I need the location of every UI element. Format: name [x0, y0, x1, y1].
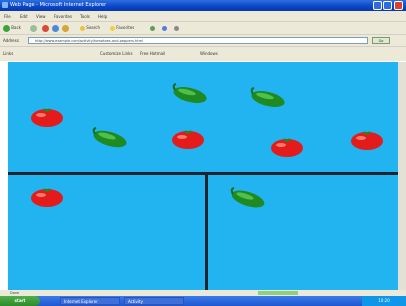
- menu-file[interactable]: File: [4, 14, 11, 19]
- address-bar: Address http://www.example.com/activity/…: [0, 35, 406, 47]
- vertical-scrollbar[interactable]: [398, 62, 406, 296]
- favorites-button[interactable]: Favorites: [110, 24, 134, 32]
- home-icon: [62, 24, 69, 32]
- menu-help[interactable]: Help: [98, 14, 107, 19]
- print-button[interactable]: [174, 24, 179, 32]
- status-zone-indicator: [258, 291, 298, 295]
- standard-toolbar: Back Search Favorites: [0, 22, 406, 35]
- taskbar-item-activity[interactable]: Activity: [124, 297, 184, 305]
- links-bar: Links Customize Links Free Hotmail Windo…: [0, 47, 406, 60]
- search-label: Search: [86, 25, 101, 30]
- activity-stage: [8, 62, 398, 296]
- link-customize[interactable]: Customize Links: [100, 51, 133, 56]
- search-button[interactable]: Search: [80, 24, 100, 32]
- mail-icon: [162, 25, 167, 31]
- browser-chrome: File Edit View Favorites Tools Help Back…: [0, 11, 406, 61]
- tomato-item[interactable]: [30, 186, 64, 208]
- pepper-item[interactable]: [228, 186, 268, 210]
- link-hotmail[interactable]: Free Hotmail: [140, 51, 165, 56]
- stage-divider-horizontal: [8, 172, 398, 175]
- tomato-item[interactable]: [270, 136, 304, 158]
- menu-tools[interactable]: Tools: [80, 14, 90, 19]
- forward-arrow-icon: [30, 24, 37, 32]
- history-icon: [150, 25, 155, 31]
- link-windows[interactable]: Windows: [200, 51, 218, 56]
- mail-button[interactable]: [162, 24, 167, 32]
- window-titlebar: Web Page - Microsoft Internet Explorer: [0, 0, 406, 11]
- stop-icon: [42, 24, 49, 32]
- start-button[interactable]: start: [0, 296, 40, 306]
- address-label: Address: [3, 38, 19, 43]
- browser-icon: [2, 2, 8, 8]
- links-label: Links: [3, 51, 14, 56]
- menu-view[interactable]: View: [36, 14, 46, 19]
- taskbar-item-browser[interactable]: Internet Explorer: [60, 297, 120, 305]
- back-arrow-icon: [3, 24, 10, 32]
- address-input[interactable]: http://www.example.com/activity/tomatoes…: [28, 37, 368, 44]
- refresh-button[interactable]: [52, 24, 59, 32]
- minimize-button[interactable]: [373, 1, 382, 10]
- system-tray-clock: 10:20: [362, 296, 406, 306]
- tomato-item[interactable]: [30, 106, 64, 128]
- pepper-item[interactable]: [90, 126, 130, 150]
- history-button[interactable]: [150, 24, 155, 32]
- go-button[interactable]: Go: [372, 37, 390, 44]
- forward-button[interactable]: [30, 24, 37, 32]
- pepper-item[interactable]: [170, 82, 210, 106]
- tomato-item[interactable]: [171, 128, 205, 150]
- search-icon: [80, 25, 85, 31]
- stop-button[interactable]: [42, 24, 49, 32]
- maximize-button[interactable]: [383, 1, 392, 10]
- window-title: Web Page - Microsoft Internet Explorer: [10, 2, 107, 8]
- back-button[interactable]: Back: [3, 24, 21, 32]
- favorites-label: Favorites: [116, 25, 135, 30]
- close-button[interactable]: [394, 1, 403, 10]
- menu-favorites[interactable]: Favorites: [54, 14, 72, 19]
- pepper-item[interactable]: [248, 86, 288, 110]
- refresh-icon: [52, 24, 59, 32]
- stage-divider-vertical: [205, 175, 208, 296]
- print-icon: [174, 25, 179, 31]
- taskbar: start Internet Explorer Activity 10:20: [0, 296, 406, 306]
- home-button[interactable]: [62, 24, 69, 32]
- tomato-item[interactable]: [350, 129, 384, 151]
- menu-edit[interactable]: Edit: [20, 14, 28, 19]
- back-label: Back: [11, 25, 21, 30]
- menu-bar: File Edit View Favorites Tools Help: [0, 11, 406, 22]
- star-icon: [110, 25, 115, 31]
